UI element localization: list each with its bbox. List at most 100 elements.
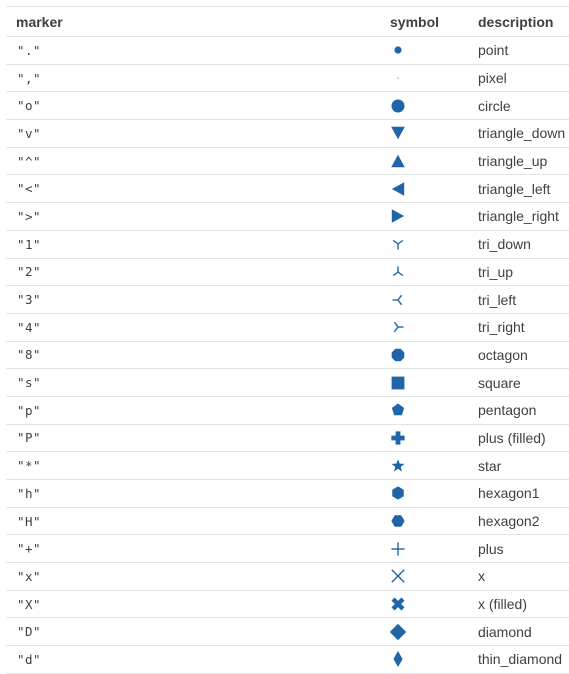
thin-diamond-icon [393,651,403,668]
table-row: "8" octagon [6,341,569,370]
table-row: "h" hexagon1 [6,479,569,508]
marker-code: "8" [6,341,377,370]
marker-description: plus [468,534,569,564]
marker-description: plus (filled) [468,424,569,453]
table-row: "s" square [6,368,569,397]
marker-symbol [377,368,468,397]
star-icon [391,458,405,472]
table-row: "H" hexagon2 [6,507,569,536]
marker-symbol [377,479,468,508]
marker-description: tri_right [468,313,569,342]
marker-symbol [377,174,468,204]
marker-symbol [377,341,468,370]
header-symbol: symbol [377,6,468,37]
marker-code: "4" [6,313,377,342]
marker-code: "x" [6,562,377,591]
marker-symbol [377,258,468,287]
marker-code: "s" [6,368,377,397]
marker-description: star [468,451,569,480]
tri-right-icon [393,321,404,333]
marker-description: triangle_down [468,119,569,148]
marker-symbol [377,617,468,647]
table-row: "X" x (filled) [6,590,569,619]
triangle-left-icon [391,181,405,196]
marker-code: "*" [6,451,377,480]
marker-symbol [377,202,468,231]
table-row: "4" tri_right [6,313,569,342]
triangle-right-icon [391,209,405,224]
marker-code: "P" [6,424,377,453]
marker-description: tri_left [468,285,569,314]
marker-description: pentagon [468,396,569,425]
table-row: "x" x [6,562,569,591]
marker-description: square [468,368,569,397]
marker-symbol [377,590,468,619]
plus-icon [391,542,405,556]
table-row: "+" plus [6,534,569,564]
marker-symbol [377,562,468,591]
marker-code: "D" [6,617,377,647]
marker-description: point [468,36,569,65]
marker-symbol [377,36,468,65]
marker-description: hexagon1 [468,479,569,508]
marker-code: "." [6,36,377,65]
marker-code: "3" [6,285,377,314]
marker-symbol [377,285,468,314]
marker-symbol [377,507,468,536]
marker-code: ">" [6,202,377,231]
marker-symbol [377,313,468,342]
table-row: "D" diamond [6,617,569,647]
table-row: "*" star [6,451,569,480]
marker-symbol [377,230,468,259]
table-row: "<" triangle_left [6,174,569,204]
circle-icon [391,99,405,113]
diamond-icon [389,623,407,640]
marker-code: "1" [6,230,377,259]
marker-symbol [377,119,468,148]
triangle-down-icon [391,127,405,140]
table-row: "o" circle [6,91,569,121]
marker-description: tri_up [468,258,569,287]
marker-description: triangle_up [468,147,569,176]
marker-code: "H" [6,507,377,536]
table-row: ">" triangle_right [6,202,569,231]
marker-description: x (filled) [468,590,569,619]
table-row: "d" thin_diamond [6,645,569,674]
marker-code: "d" [6,645,377,674]
marker-code: "h" [6,479,377,508]
marker-symbol [377,451,468,480]
marker-code: "X" [6,590,377,619]
marker-code: "^" [6,147,377,176]
table-row: "p" pentagon [6,396,569,425]
pentagon-icon [391,403,405,416]
triangle-up-icon [391,154,405,168]
marker-description: diamond [468,617,569,647]
marker-description: pixel [468,64,569,93]
tri-up-icon [392,266,404,277]
marker-code: "," [6,64,377,93]
tri-down-icon [392,239,404,250]
marker-symbol [377,147,468,176]
marker-description: tri_down [468,230,569,259]
hexagon2-icon [391,515,405,527]
x-icon [391,569,405,584]
marker-symbol [377,534,468,564]
plus-filled-icon [391,431,405,445]
marker-symbol [377,424,468,453]
marker-description: triangle_left [468,174,569,204]
table-row: "," pixel [6,64,569,93]
marker-description: x [468,562,569,591]
marker-code: "p" [6,396,377,425]
marker-code: "o" [6,91,377,121]
table-header-row: marker symbol description [6,6,569,37]
marker-symbol [377,91,468,121]
table-row: "2" tri_up [6,258,569,287]
marker-symbol [377,64,468,93]
octagon-icon [391,348,405,362]
table-row: "." point [6,36,569,65]
point-icon [394,46,402,54]
square-icon [391,376,405,389]
marker-symbol [377,645,468,674]
table-row: "3" tri_left [6,285,569,314]
pixel-icon [397,77,399,79]
